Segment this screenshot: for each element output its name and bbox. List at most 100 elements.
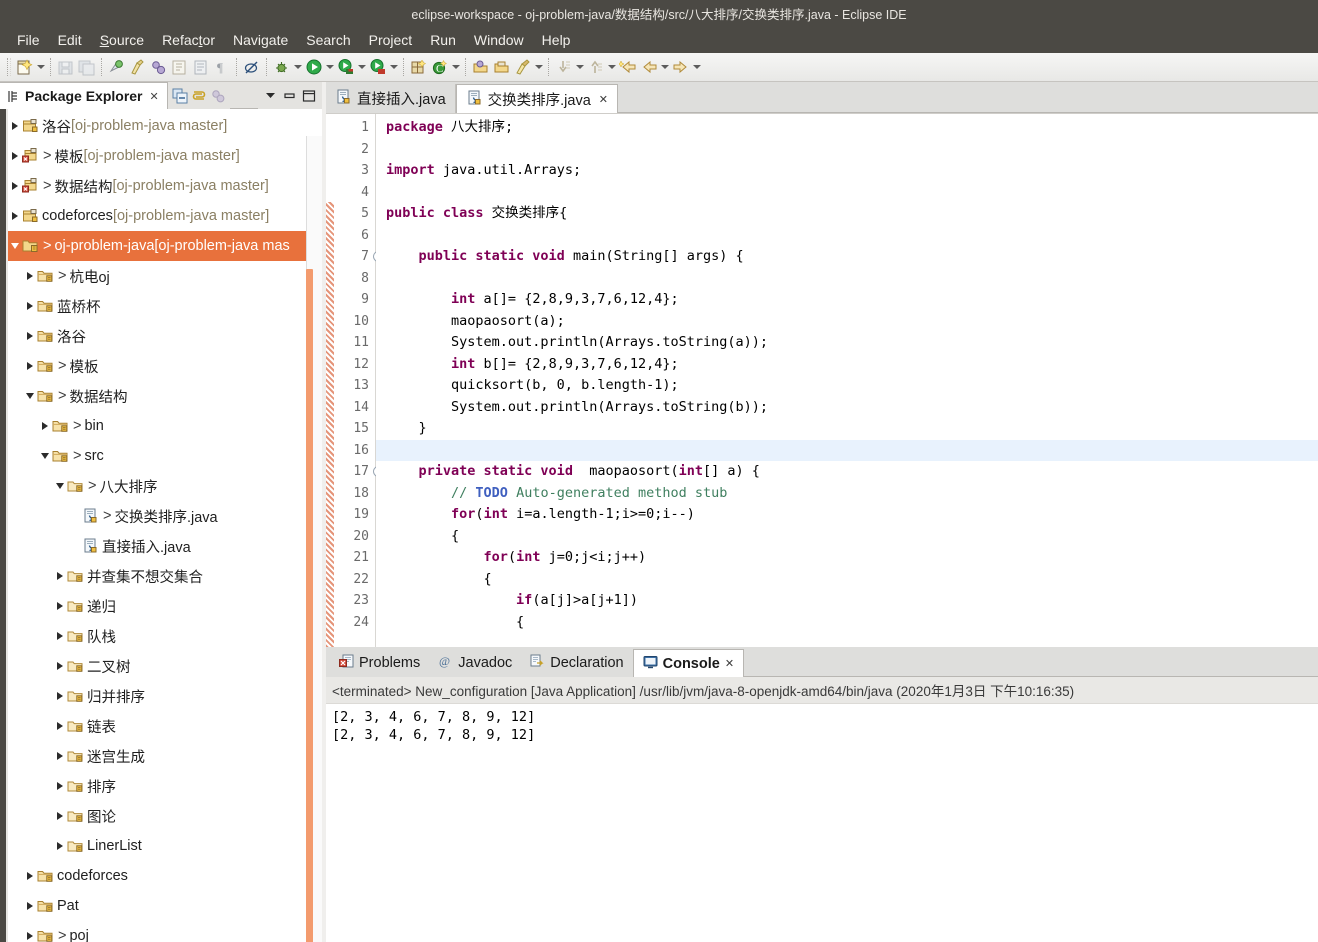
show-source-icon[interactable] [190,57,211,78]
view-menu-icon[interactable] [264,89,277,102]
chevron-right-icon[interactable] [23,899,37,913]
debug-icon[interactable] [271,57,292,78]
link-with-editor-icon[interactable] [191,88,207,104]
code-line[interactable]: { [376,612,1318,634]
back-dropdown-icon[interactable] [659,57,670,78]
close-icon[interactable]: ✕ [150,90,159,103]
tab-package-explorer[interactable]: Package Explorer ✕ [0,82,168,109]
tree-item[interactable]: > poj [0,921,322,942]
previous-annotation-dropdown-icon[interactable] [606,57,617,78]
new-java-package-icon[interactable] [408,57,429,78]
back-icon[interactable] [638,57,659,78]
new-java-class-dropdown-icon[interactable] [450,57,461,78]
chevron-right-icon[interactable] [53,809,67,823]
tree-item[interactable]: 直接插入.java [0,531,322,561]
code-line[interactable]: for(int j=0;j<i;j++) [376,547,1318,569]
tree-item[interactable]: > 数据结构 [0,381,322,411]
menu-run[interactable]: Run [421,29,465,51]
tree-item[interactable]: > 数据结构 [oj-problem-java master] [0,171,322,201]
tree-item[interactable]: codeforces [0,861,322,891]
chevron-down-icon[interactable] [53,479,67,493]
tree-item[interactable]: > 杭电oj [0,261,322,291]
chevron-right-icon[interactable] [23,869,37,883]
code-line[interactable]: private static void maopaosort(int[] a) … [376,461,1318,483]
chevron-right-icon[interactable] [8,209,22,223]
save-icon[interactable] [55,57,76,78]
code-line[interactable]: System.out.println(Arrays.toString(b)); [376,397,1318,419]
tree-item[interactable]: > src [0,441,322,471]
last-edit-location-icon[interactable] [617,57,638,78]
console-panel-tab[interactable]: Console ✕ [632,649,745,677]
code-line[interactable]: { [376,569,1318,591]
chevron-right-icon[interactable] [23,329,37,343]
source-code-text[interactable]: package 八大排序; import java.util.Arrays; p… [376,114,1318,647]
previous-annotation-icon[interactable] [585,57,606,78]
console-panel-tab[interactable]: Problems [330,649,429,677]
open-resource-icon[interactable] [491,57,512,78]
tree-item[interactable]: 迷宫生成 [0,741,322,771]
paragraph-mark-icon[interactable]: ¶ [211,57,232,78]
tree-item[interactable]: 队栈 [0,621,322,651]
close-icon[interactable]: ✕ [725,657,734,670]
coverage-dropdown-icon[interactable] [388,57,399,78]
new-java-class-icon[interactable]: C [429,57,450,78]
chevron-right-icon[interactable] [8,179,22,193]
editor-tab[interactable]: 交换类排序.java ✕ [455,84,618,113]
menu-navigate[interactable]: Navigate [224,29,297,51]
collapse-all-icon[interactable] [172,88,188,104]
tree-item[interactable]: 二叉树 [0,651,322,681]
chevron-right-icon[interactable] [23,299,37,313]
tree-item[interactable]: codeforces [oj-problem-java master] [0,201,322,231]
code-line[interactable]: public class 交换类排序{ [376,203,1318,225]
chevron-right-icon[interactable] [8,149,22,163]
menu-refactor[interactable]: Refactor [153,29,224,51]
clean-icon[interactable] [127,57,148,78]
tree-item[interactable]: > oj-problem-java [oj-problem-java mas [0,231,322,261]
tree-item[interactable]: Pat [0,891,322,921]
chevron-right-icon[interactable] [53,689,67,703]
code-line[interactable]: int b[]= {2,8,9,3,7,6,12,4}; [376,354,1318,376]
tree-item[interactable]: > 模板 [0,351,322,381]
chevron-down-icon[interactable] [38,449,52,463]
code-line[interactable]: for(int i=a.length-1;i>=0;i--) [376,504,1318,526]
tree-item[interactable]: LinerList [0,831,322,861]
toolbar-grip[interactable] [7,58,11,76]
next-annotation-icon[interactable] [553,57,574,78]
code-line[interactable]: int a[]= {2,8,9,3,7,6,12,4}; [376,289,1318,311]
code-line[interactable] [376,225,1318,247]
chevron-right-icon[interactable] [23,359,37,373]
new-wizard-dropdown-icon[interactable] [35,57,46,78]
chevron-right-icon[interactable] [53,629,67,643]
chevron-right-icon[interactable] [38,419,52,433]
menu-file[interactable]: File [8,29,49,51]
console-panel-tab[interactable]: @ Javadoc [429,649,521,677]
code-line[interactable]: maopaosort(a); [376,311,1318,333]
forward-icon[interactable] [670,57,691,78]
focus-on-active-task-icon[interactable] [210,88,226,104]
close-icon[interactable]: ✕ [599,93,608,106]
code-line[interactable]: public static void main(String[] args) { [376,246,1318,268]
chevron-right-icon[interactable] [53,659,67,673]
toggle-block-selection-icon[interactable] [241,57,262,78]
tree-item[interactable]: 归并排序 [0,681,322,711]
chevron-right-icon[interactable] [23,929,37,942]
editor-tab[interactable]: 直接插入.java [326,84,456,113]
next-annotation-dropdown-icon[interactable] [574,57,585,78]
menu-search[interactable]: Search [297,29,359,51]
menu-source[interactable]: Source [91,29,153,51]
chevron-right-icon[interactable] [53,569,67,583]
tree-item[interactable]: > 交换类排序.java [0,501,322,531]
tree-item[interactable]: 排序 [0,771,322,801]
save-all-icon[interactable] [76,57,97,78]
open-task-repository-icon[interactable] [512,57,533,78]
coverage-icon[interactable] [367,57,388,78]
code-line[interactable]: System.out.println(Arrays.toString(a)); [376,332,1318,354]
run-external-tools-icon[interactable] [335,57,356,78]
code-line[interactable] [376,182,1318,204]
code-viewport[interactable]: 1234567–891011121314151617–1819202122232… [326,113,1318,647]
tree-item[interactable]: > 八大排序 [0,471,322,501]
chevron-right-icon[interactable] [53,719,67,733]
code-line[interactable] [376,268,1318,290]
new-wizard-icon[interactable] [14,57,35,78]
console-panel-tab[interactable]: Declaration [521,649,632,677]
